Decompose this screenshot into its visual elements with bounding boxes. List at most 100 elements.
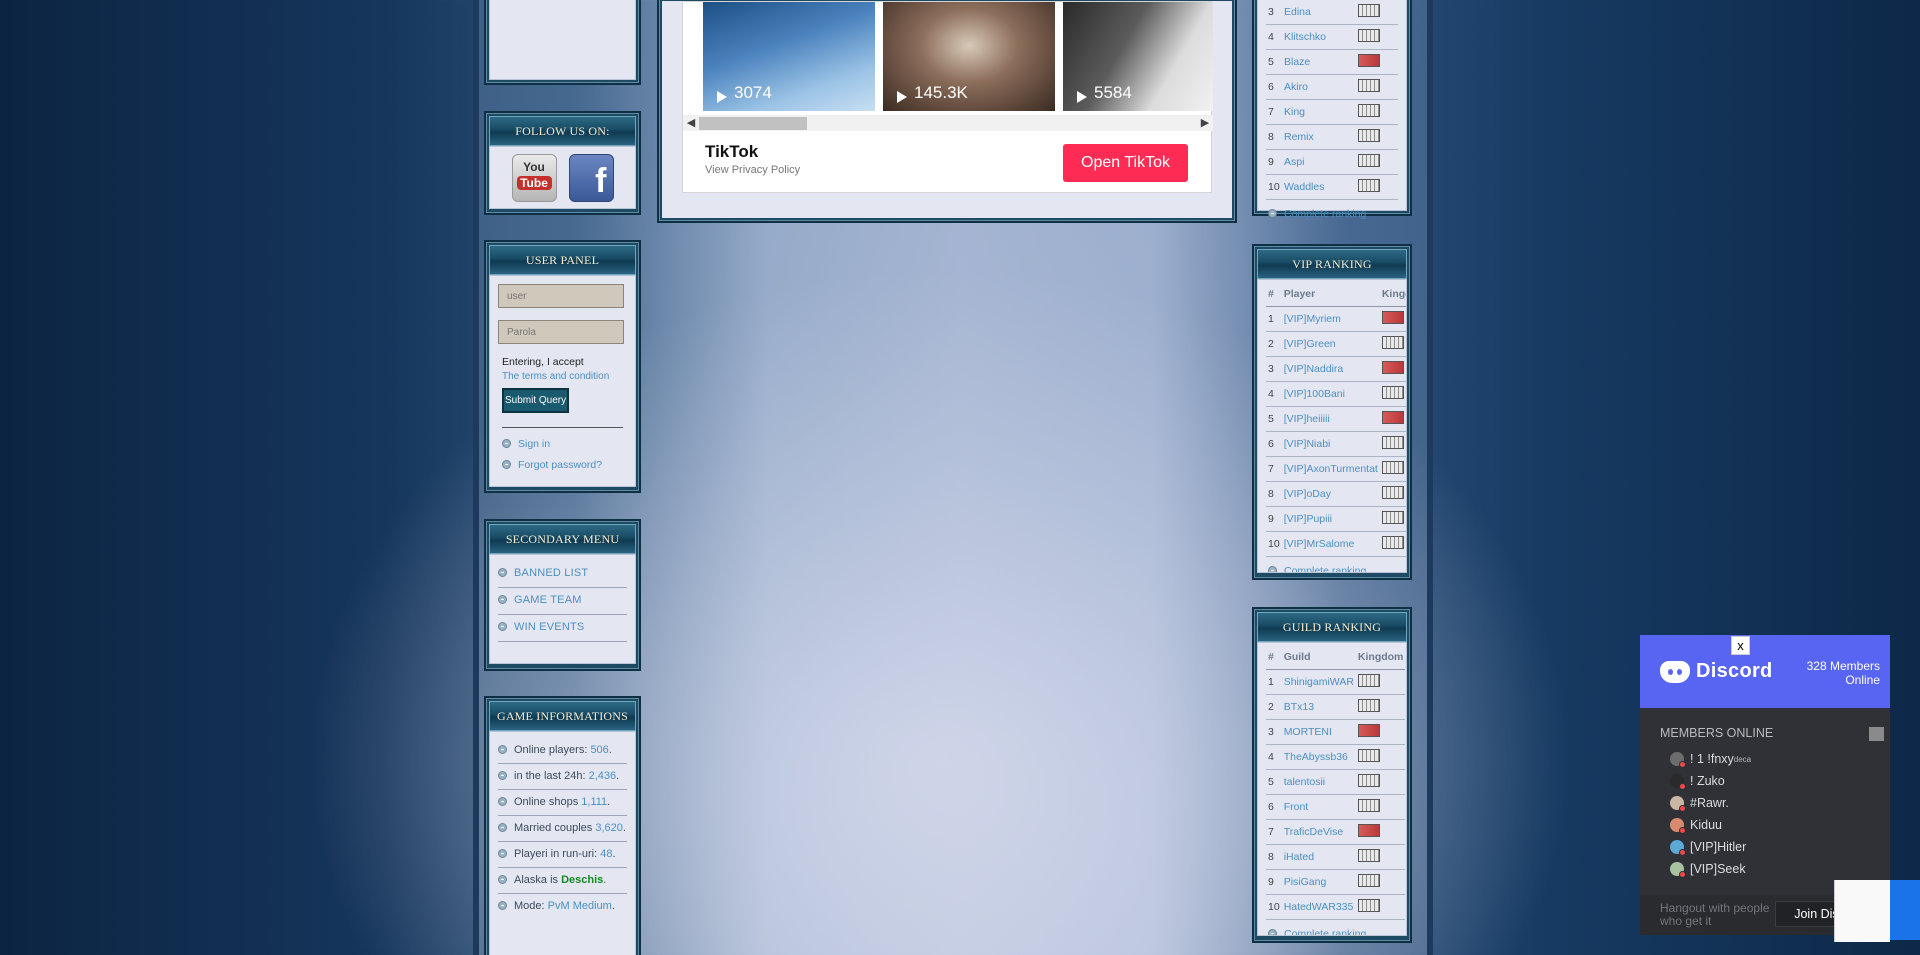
kingdom-cell <box>1356 174 1398 200</box>
ranking-name-link[interactable]: [VIP]Pupiii <box>1284 513 1332 525</box>
ranking-name-link[interactable]: [VIP]heiiiii <box>1284 413 1330 425</box>
username-input[interactable] <box>498 284 624 308</box>
kingdom-cell <box>1355 769 1406 795</box>
ranking-row: 6 Front <box>1266 794 1406 820</box>
vip-ranking-box: VIP RANKING # Player Kingdom 1[VIP]Myrie… <box>1252 244 1412 580</box>
ranking-name-link[interactable]: MORTENI <box>1284 726 1332 738</box>
privacy-policy-link[interactable]: View Privacy Policy <box>705 164 800 176</box>
rank-number: 2 <box>1266 694 1282 720</box>
kingdom-flag-icon <box>1357 849 1380 862</box>
ranking-name-link[interactable]: [VIP]Myriem <box>1284 313 1341 325</box>
tiktok-video-3[interactable]: 5584 <box>1063 2 1213 111</box>
members-online-title: MEMBERS ONLINE <box>1660 726 1774 740</box>
ranking-name-link[interactable]: [VIP]100Bani <box>1284 388 1345 400</box>
scroll-right-icon[interactable]: ▶ <box>1197 115 1213 131</box>
ranking-name-link[interactable]: BTx13 <box>1284 701 1314 713</box>
ranking-name-link[interactable]: talentosii <box>1284 776 1325 788</box>
rank-number: 2 <box>1266 331 1282 357</box>
sign-in-link[interactable]: Sign in <box>518 438 550 450</box>
ranking-name-link[interactable]: Waddles <box>1284 181 1324 193</box>
discord-scrollbar[interactable] <box>1869 727 1884 903</box>
rank-number: 6 <box>1266 74 1282 100</box>
ranking-row: 3 [VIP]Naddira <box>1266 356 1406 382</box>
secondary-menu-title: SECONDARY MENU <box>489 524 636 554</box>
kingdom-flag-icon <box>1381 436 1404 449</box>
ranking-name-link[interactable]: Aspi <box>1284 156 1304 168</box>
ranking-row: 9 [VIP]Pupiii <box>1266 506 1406 532</box>
game-info-title: GAME INFORMATIONS <box>489 701 636 731</box>
kingdom-cell <box>1379 331 1406 357</box>
ranking-name: Akiro <box>1282 74 1357 100</box>
ranking-name-link[interactable]: [VIP]Niabi <box>1284 438 1331 450</box>
open-tiktok-button[interactable]: Open TikTok <box>1063 144 1188 182</box>
kingdom-cell <box>1356 49 1398 75</box>
ranking-name-link[interactable]: TraficDeVise <box>1284 826 1344 838</box>
youtube-icon[interactable]: You Tube <box>511 153 557 202</box>
ranking-name-link[interactable]: ShinigamiWAR <box>1284 676 1354 688</box>
play-icon <box>897 91 907 103</box>
member-item[interactable]: #Rawr. <box>1660 792 1890 814</box>
scroll-left-icon[interactable]: ◀ <box>683 115 699 131</box>
recaptcha-tab[interactable] <box>1890 880 1920 940</box>
play-icon <box>1077 91 1087 103</box>
ranking-name-link[interactable]: [VIP]Naddira <box>1284 363 1344 375</box>
member-item[interactable]: [VIP]Hitler <box>1660 836 1890 858</box>
ranking-row: 6 Akiro <box>1266 74 1398 100</box>
ranking-row: 4 TheAbyssb36 <box>1266 744 1406 770</box>
discord-header: Discord 328 Members Online <box>1640 635 1890 708</box>
tiktok-scrollbar[interactable]: ◀ ▶ <box>683 115 1213 131</box>
rank-number: 5 <box>1266 406 1282 432</box>
rank-number: 5 <box>1266 49 1282 75</box>
ranking-name-link[interactable]: PisiGang <box>1284 876 1327 888</box>
ranking-name-link[interactable]: TheAbyssb36 <box>1284 751 1348 763</box>
col-kingdom: Kingdom <box>1379 280 1406 307</box>
password-input[interactable] <box>498 320 624 344</box>
ranking-name-link[interactable]: [VIP]MrSalome <box>1284 538 1355 550</box>
kingdom-cell <box>1355 819 1406 845</box>
recaptcha-badge[interactable] <box>1834 880 1890 942</box>
ranking-name-link[interactable]: HatedWAR335 <box>1284 901 1354 913</box>
member-item[interactable]: [VIP]Seek <box>1660 858 1890 880</box>
terms-link[interactable]: The terms and condition <box>502 371 627 382</box>
ranking-name-link[interactable]: [VIP]AxonTurmentat <box>1284 463 1378 475</box>
member-item[interactable]: Kiduu <box>1660 814 1890 836</box>
online-players: Online players: 506. <box>498 738 627 764</box>
menu-item-game-team[interactable]: GAME TEAM <box>498 588 627 615</box>
tiktok-video-1[interactable]: 3074 <box>703 2 875 111</box>
ranking-row: 1 [VIP]Myriem <box>1266 306 1406 332</box>
ranking-name-link[interactable]: Klitschko <box>1284 31 1326 43</box>
member-item[interactable]: ! 1 !fnxy deca <box>1660 748 1890 770</box>
vip-ranking-table: # Player Kingdom 1[VIP]Myriem2[VIP]Green… <box>1266 280 1406 557</box>
member-item[interactable]: ! Zuko <box>1660 770 1890 792</box>
ranking-name-link[interactable]: iHated <box>1284 851 1314 863</box>
tiktok-video-2[interactable]: 145.3K <box>883 2 1055 111</box>
forgot-password-link[interactable]: Forgot password? <box>518 459 602 471</box>
ranking-name-link[interactable]: Akiro <box>1284 81 1308 93</box>
scroll-thumb[interactable] <box>1869 727 1884 741</box>
ranking-name-link[interactable]: Blaze <box>1284 56 1310 68</box>
ranking-name: [VIP]Green <box>1281 331 1380 357</box>
ranking-name: PisiGang <box>1281 869 1356 895</box>
rank-number: 3 <box>1266 356 1282 382</box>
member-list[interactable]: ! 1 !fnxy deca ! Zuko #Rawr. Kiduu [VIP]H… <box>1660 748 1890 880</box>
kingdom-cell <box>1356 149 1398 175</box>
submit-button[interactable]: Submit Query <box>502 388 570 413</box>
facebook-icon[interactable]: f <box>568 153 614 202</box>
ranking-name-link[interactable]: Front <box>1284 801 1309 813</box>
ranking-name-link[interactable]: Remix <box>1284 131 1314 143</box>
complete-ranking-link[interactable]: Complete ranking <box>1266 920 1398 935</box>
rank-number: 8 <box>1266 481 1282 507</box>
complete-ranking-link[interactable]: Complete ranking <box>1266 557 1398 572</box>
user-panel-box: USER PANEL Entering, I accept The terms … <box>484 240 641 493</box>
rank-number: 5 <box>1266 769 1282 795</box>
menu-item-banned-list[interactable]: BANNED LIST <box>498 561 627 588</box>
ranking-name-link[interactable]: King <box>1284 106 1305 118</box>
close-icon[interactable]: x <box>1731 636 1750 655</box>
scroll-thumb[interactable] <box>699 117 807 130</box>
ranking-name-link[interactable]: [VIP]oDay <box>1284 488 1331 500</box>
complete-ranking-link[interactable]: Complete ranking <box>1266 200 1398 222</box>
ranking-name-link[interactable]: [VIP]Green <box>1284 338 1336 350</box>
ranking-name-link[interactable]: Edina <box>1284 6 1311 18</box>
menu-item-win-events[interactable]: WIN EVENTS <box>498 615 627 642</box>
ranking-name: Front <box>1281 794 1356 820</box>
